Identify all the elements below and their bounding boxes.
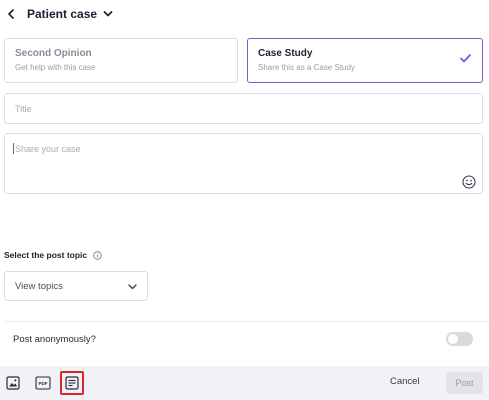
- toggle-knob: [448, 334, 458, 344]
- case-textarea-container: [4, 133, 483, 194]
- back-button[interactable]: [0, 0, 22, 28]
- anonymous-toggle[interactable]: [446, 332, 473, 346]
- topic-dropdown[interactable]: View topics: [4, 271, 148, 301]
- topic-label-text: Select the post topic: [4, 250, 88, 260]
- chevron-left-icon: [8, 9, 14, 19]
- header-bar: Patient case: [0, 0, 489, 28]
- option-title: Second Opinion: [15, 48, 92, 59]
- document-icon[interactable]: [60, 371, 84, 395]
- case-textarea[interactable]: [5, 134, 482, 193]
- option-subtitle: Share this as a Case Study: [258, 63, 355, 72]
- footer-toolbar: PDF Cancel Post: [0, 366, 489, 400]
- emoji-icon[interactable]: [462, 175, 476, 189]
- svg-text:PDF: PDF: [39, 381, 48, 386]
- checkmark-icon: [460, 50, 471, 68]
- chevron-down-icon[interactable]: [103, 10, 113, 18]
- case-study-option[interactable]: Case Study Share this as a Case Study: [247, 38, 483, 83]
- chevron-down-icon: [128, 277, 137, 295]
- info-icon[interactable]: [93, 250, 102, 260]
- topic-section-label: Select the post topic: [4, 250, 102, 260]
- topic-dropdown-label: View topics: [15, 280, 63, 292]
- cancel-button[interactable]: Cancel: [390, 376, 420, 387]
- page-title: Patient case: [27, 7, 98, 21]
- option-subtitle: Get help with this case: [15, 63, 96, 72]
- second-opinion-option[interactable]: Second Opinion Get help with this case: [4, 38, 238, 83]
- anonymous-label: Post anonymously?: [13, 334, 96, 345]
- divider: [4, 321, 489, 322]
- post-button[interactable]: Post: [446, 372, 483, 394]
- option-title: Case Study: [258, 48, 313, 59]
- pdf-icon[interactable]: PDF: [34, 374, 52, 392]
- text-cursor: [13, 143, 14, 154]
- title-input[interactable]: [4, 93, 483, 124]
- image-icon[interactable]: [4, 374, 22, 392]
